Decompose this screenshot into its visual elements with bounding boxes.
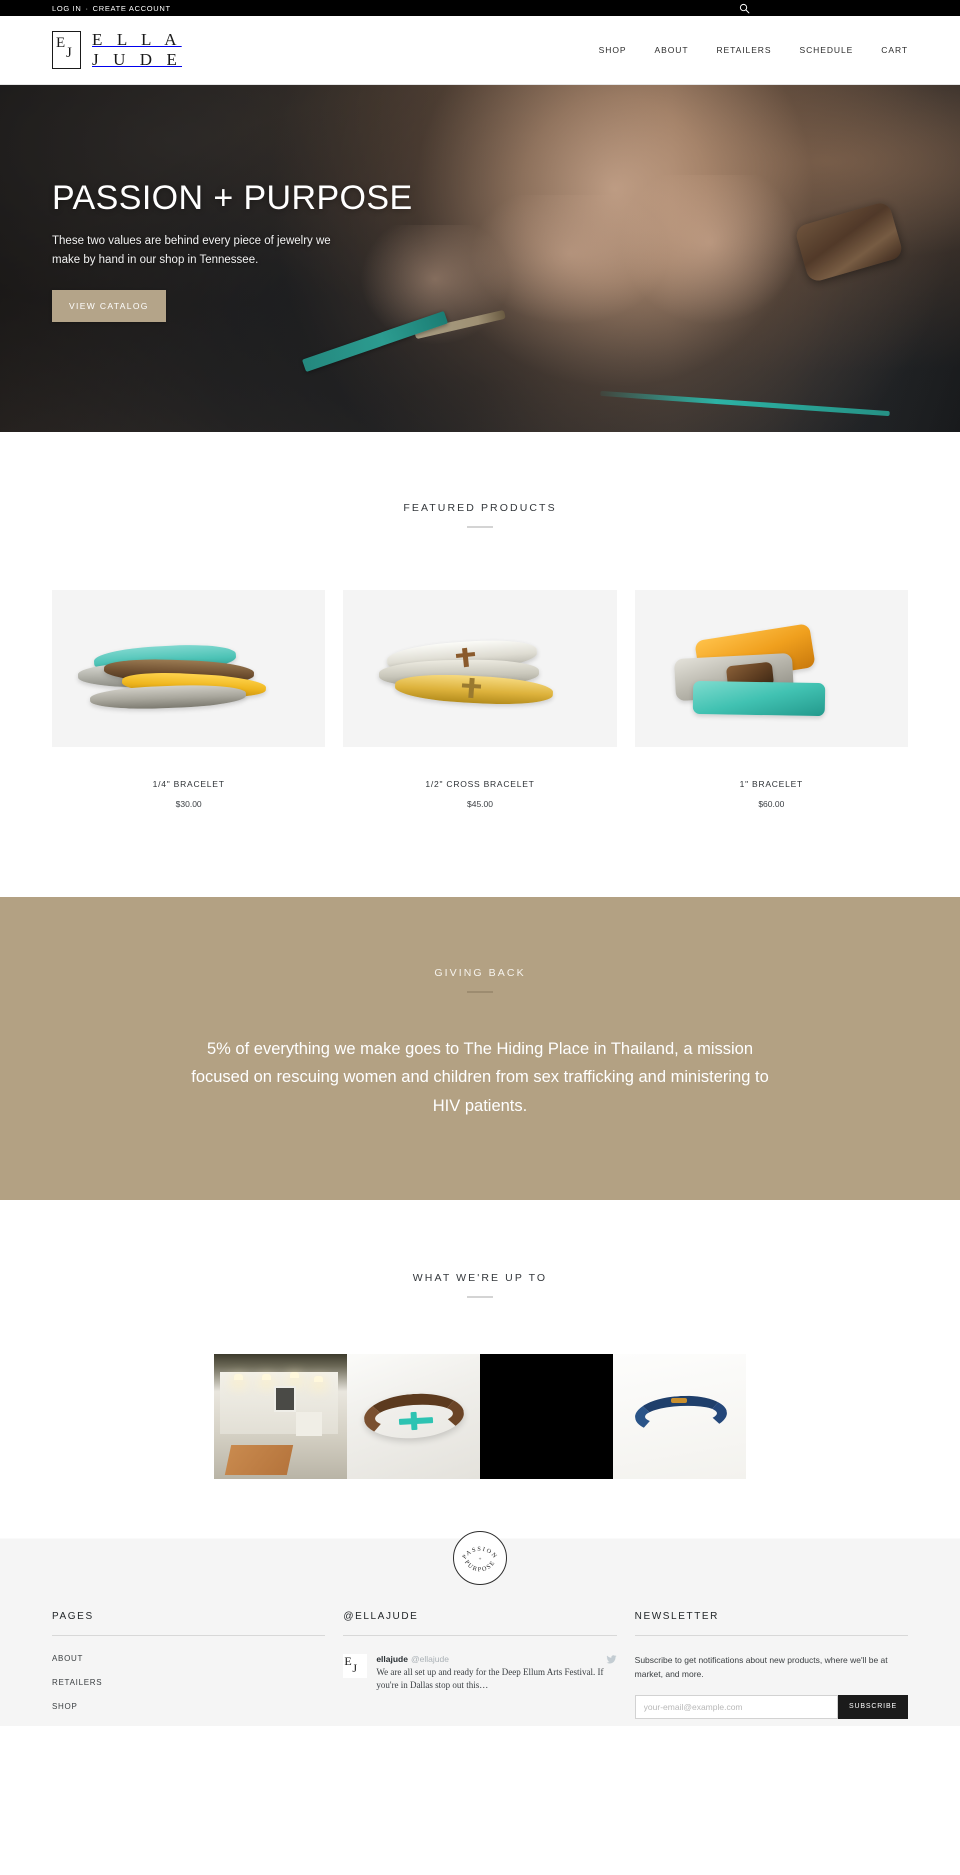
footer-divider bbox=[52, 1635, 326, 1637]
utility-bar: LOG IN · CREATE ACCOUNT bbox=[0, 0, 960, 16]
avatar-letter-e: E bbox=[344, 1654, 352, 1669]
search-icon[interactable] bbox=[738, 2, 750, 14]
gallery-photo[interactable] bbox=[613, 1354, 746, 1480]
product-name: 1/2" CROSS BRACELET bbox=[425, 779, 535, 789]
upto-heading: WHAT WE'RE UP TO bbox=[0, 1272, 960, 1299]
link-separator: · bbox=[85, 3, 89, 13]
giving-back-section: GIVING BACK 5% of everything we make goe… bbox=[0, 897, 960, 1201]
nav-item-about[interactable]: ABOUT bbox=[654, 45, 688, 55]
product-image[interactable] bbox=[634, 590, 908, 747]
product-image[interactable] bbox=[52, 590, 326, 747]
passion-purpose-badge: PASSION + PURPOSE bbox=[453, 1531, 507, 1586]
logo-wordmark: E L L A J U D E bbox=[92, 30, 182, 70]
product-grid: 1/4" BRACELET $30.00 1/2" CROSS BRACELET… bbox=[0, 590, 960, 809]
logo-monogram-icon: E J bbox=[52, 31, 81, 69]
nav-item-cart[interactable]: CART bbox=[881, 45, 908, 55]
hero-subtitle: These two values are behind every piece … bbox=[52, 235, 331, 266]
giving-body-text: 5% of everything we make goes to The Hid… bbox=[191, 1040, 769, 1115]
login-link[interactable]: LOG IN bbox=[52, 4, 81, 13]
product-card[interactable]: 1/4" BRACELET $30.00 bbox=[52, 590, 326, 809]
instagram-gallery bbox=[0, 1354, 960, 1480]
giving-title: GIVING BACK bbox=[434, 967, 526, 979]
twitter-bird-icon bbox=[606, 1655, 617, 1664]
footer-newsletter-column: NEWSLETTER Subscribe to get notification… bbox=[634, 1611, 908, 1726]
avatar: E J bbox=[343, 1654, 368, 1679]
newsletter-form: SUBSCRIBE bbox=[634, 1694, 908, 1719]
product-card[interactable]: 1/2" CROSS BRACELET $45.00 bbox=[343, 590, 617, 809]
site-header: E J E L L A J U D E SHOP ABOUT RETAILERS… bbox=[0, 16, 960, 85]
footer-divider bbox=[634, 1635, 908, 1637]
giving-heading: GIVING BACK bbox=[0, 967, 960, 993]
nav-item-retailers[interactable]: RETAILERS bbox=[716, 45, 771, 55]
view-catalog-button[interactable]: VIEW CATALOG bbox=[52, 290, 166, 323]
footer-social-column: @ELLAJUDE E J ellajude @ellajude We are a… bbox=[343, 1611, 617, 1726]
tweet-username: ellajude bbox=[376, 1654, 408, 1665]
product-card[interactable]: 1" BRACELET $60.00 bbox=[634, 590, 908, 809]
featured-heading: FEATURED PRODUCTS bbox=[0, 502, 960, 528]
hero-content: PASSION + PURPOSE These two values are b… bbox=[0, 85, 430, 323]
featured-products-section: FEATURED PRODUCTS 1/4" BRACELET $30.00 1… bbox=[0, 432, 960, 897]
footer-pages-column: PAGES ABOUT RETAILERS SHOP bbox=[52, 1611, 326, 1726]
section-divider bbox=[467, 991, 493, 993]
create-account-link[interactable]: CREATE ACCOUNT bbox=[93, 4, 171, 13]
tweet-item[interactable]: E J ellajude @ellajude We are all set up … bbox=[343, 1654, 617, 1692]
nav-item-schedule[interactable]: SCHEDULE bbox=[799, 45, 853, 55]
account-links: LOG IN · CREATE ACCOUNT bbox=[52, 4, 171, 13]
footer-newsletter-title: NEWSLETTER bbox=[634, 1611, 719, 1623]
featured-title: FEATURED PRODUCTS bbox=[403, 502, 557, 514]
section-divider bbox=[467, 1296, 493, 1299]
product-name: 1/4" BRACELET bbox=[152, 779, 225, 789]
tweet-body: ellajude @ellajude We are all set up and … bbox=[376, 1654, 616, 1692]
footer-link-about[interactable]: ABOUT bbox=[52, 1654, 325, 1663]
newsletter-email-input[interactable] bbox=[634, 1694, 838, 1719]
footer-link-retailers[interactable]: RETAILERS bbox=[52, 1678, 325, 1687]
hero-title: PASSION + PURPOSE bbox=[52, 179, 413, 217]
badge-text-icon: PASSION + PURPOSE bbox=[461, 1546, 497, 1574]
tweet-header: ellajude @ellajude bbox=[376, 1654, 616, 1665]
main-navigation: SHOP ABOUT RETAILERS SCHEDULE CART bbox=[599, 45, 908, 55]
hero-banner: PASSION + PURPOSE These two values are b… bbox=[0, 85, 960, 432]
gallery-photo[interactable] bbox=[214, 1354, 347, 1480]
upto-title: WHAT WE'RE UP TO bbox=[412, 1272, 548, 1285]
product-price: $60.00 bbox=[758, 799, 785, 809]
footer-link-shop[interactable]: SHOP bbox=[52, 1702, 325, 1711]
tweet-text: We are all set up and ready for the Deep… bbox=[376, 1667, 604, 1690]
social-feed-section: WHAT WE'RE UP TO bbox=[0, 1200, 960, 1480]
gallery-photo[interactable] bbox=[347, 1354, 480, 1480]
nav-item-shop[interactable]: SHOP bbox=[599, 45, 627, 55]
site-footer: PAGES ABOUT RETAILERS SHOP @ELLAJUDE E J… bbox=[0, 1585, 960, 1727]
footer-divider bbox=[343, 1635, 617, 1637]
product-image[interactable] bbox=[343, 590, 617, 747]
logo-line-2: J U D E bbox=[92, 50, 183, 69]
avatar-letter-j: J bbox=[352, 1661, 357, 1676]
footer-social-title: @ELLAJUDE bbox=[343, 1611, 419, 1623]
product-price: $45.00 bbox=[466, 799, 493, 809]
tweet-handle: @ellajude bbox=[410, 1654, 449, 1665]
logo-line-1: E L L A bbox=[92, 30, 182, 49]
footer-pages-title: PAGES bbox=[52, 1611, 94, 1623]
site-logo[interactable]: E J E L L A J U D E bbox=[52, 30, 182, 70]
brand-badge-area: PASSION + PURPOSE bbox=[0, 1479, 960, 1586]
product-price: $30.00 bbox=[175, 799, 202, 809]
badge-middle-text: + bbox=[479, 1558, 482, 1563]
section-divider bbox=[467, 526, 493, 528]
monogram-letter-j: J bbox=[66, 45, 72, 61]
monogram-letter-e: E bbox=[56, 35, 66, 51]
product-name: 1" BRACELET bbox=[739, 779, 804, 789]
newsletter-description: Subscribe to get notifications about new… bbox=[634, 1655, 888, 1679]
subscribe-button[interactable]: SUBSCRIBE bbox=[837, 1694, 908, 1719]
gallery-photo[interactable] bbox=[480, 1354, 613, 1480]
